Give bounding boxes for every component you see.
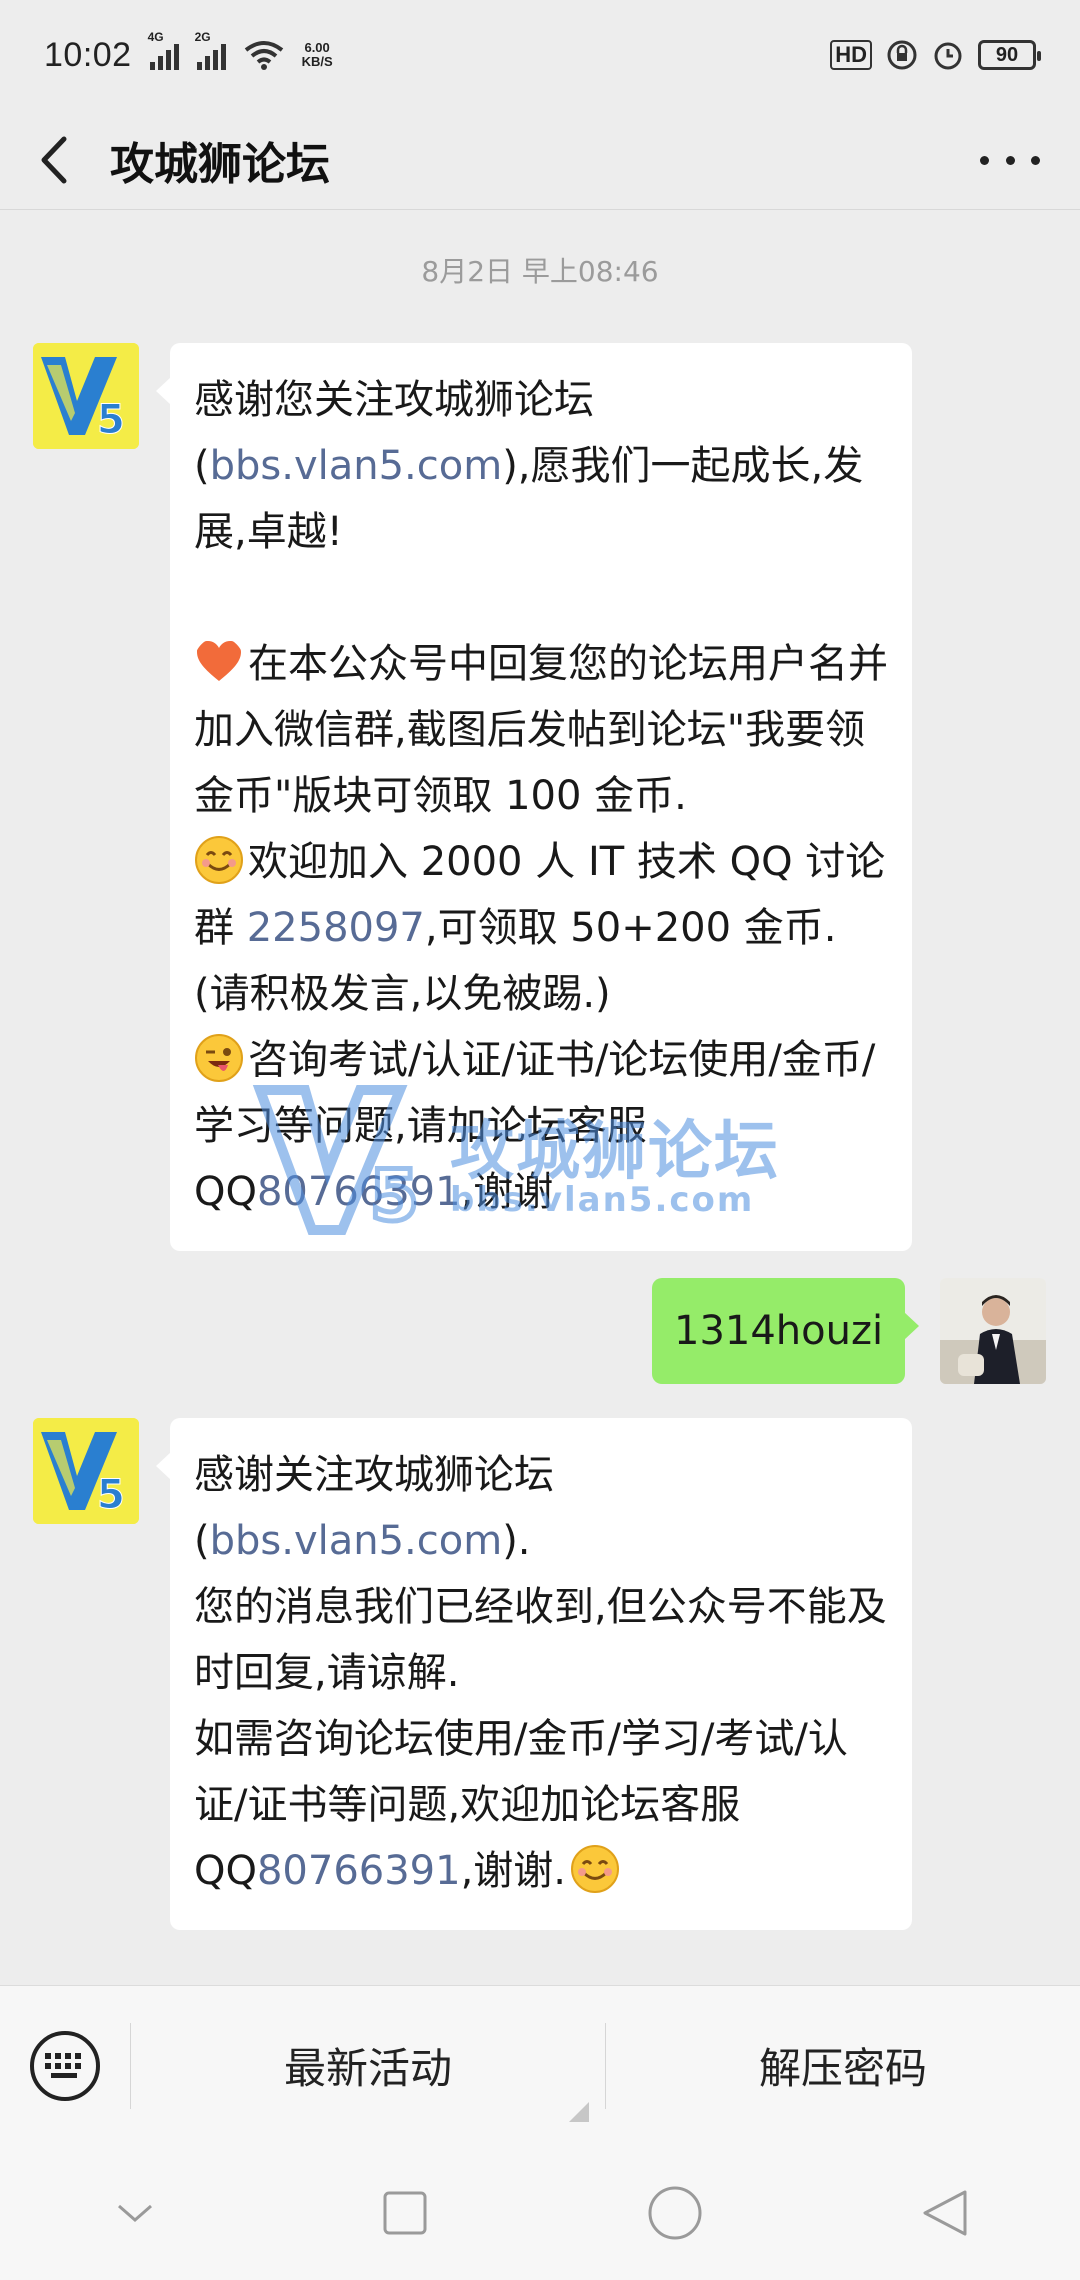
square-recents-icon bbox=[383, 2191, 427, 2234]
official-account-avatar[interactable]: 5 bbox=[33, 343, 139, 449]
status-left: 10:02 4G 2G 6.00 KB/S bbox=[44, 30, 333, 75]
menu-item-label-2: 解压密码 bbox=[758, 2044, 927, 2093]
signal-2g-icon: 2G bbox=[195, 30, 226, 70]
keyboard-toggle-button[interactable] bbox=[0, 1986, 130, 2146]
system-navigation-bar bbox=[0, 2145, 1080, 2280]
message-bubble-user[interactable]: 1314houzi bbox=[652, 1278, 920, 1384]
nav-bar: 攻城狮论坛 bbox=[0, 110, 1080, 210]
message-bubble-welcome[interactable]: 感谢您关注攻城狮论坛(bbs.vlan5.com),愿我们一起成长,发展,卓越!… bbox=[156, 343, 912, 1251]
message-bubble-auto-reply[interactable]: 感谢关注攻城狮论坛(bbs.vlan5.com). 您的消息我们已经收到,但公众… bbox=[156, 1418, 912, 1930]
system-back-button[interactable] bbox=[900, 2168, 990, 2258]
svg-text:5: 5 bbox=[97, 1472, 125, 1518]
recents-button[interactable] bbox=[360, 2168, 450, 2258]
more-dot bbox=[1005, 155, 1015, 165]
net-speed: 6.00 KB/S bbox=[302, 41, 333, 69]
welcome-text-2: 在本公众号中回复您的论坛用户名并加入微信群,截图后发帖到论坛"我要领金币"版块可… bbox=[194, 641, 888, 819]
v5-logo-icon: 5 bbox=[33, 343, 139, 449]
svg-text:5: 5 bbox=[97, 397, 125, 443]
wink-emoji-icon bbox=[195, 1034, 243, 1082]
more-dot bbox=[1031, 155, 1040, 165]
more-button[interactable] bbox=[980, 140, 1040, 180]
heart-emoji-icon bbox=[197, 641, 241, 681]
welcome-text-4b: ,谢谢 bbox=[460, 1169, 554, 1215]
reply-text-2: 您的消息我们已经收到,但公众号不能及时回复,请谅解. bbox=[194, 1584, 887, 1696]
forum-link-2[interactable]: bbs.vlan5.com bbox=[210, 1518, 503, 1564]
chevron-left-icon bbox=[41, 136, 67, 183]
submenu-indicator-icon bbox=[569, 2101, 589, 2122]
qq-service-link[interactable]: 80766391 bbox=[257, 1169, 461, 1215]
menu-item-label-1: 最新活动 bbox=[283, 2044, 452, 2093]
back-button[interactable] bbox=[0, 110, 110, 210]
keyboard-keys-icon bbox=[45, 2052, 81, 2078]
reply-text-1b: ). bbox=[502, 1518, 531, 1564]
user-message-text: 1314houzi bbox=[674, 1308, 884, 1354]
signal-4g-label: 4G bbox=[147, 30, 164, 44]
lock-rotation-icon bbox=[887, 40, 917, 70]
welcome-para-4: 咨询考试/认证/证书/论坛使用/金币/学习等问题,请加论坛客服QQ8076639… bbox=[194, 1027, 888, 1225]
user-photo-icon bbox=[940, 1278, 1046, 1384]
wifi-icon bbox=[244, 41, 283, 70]
battery-level: 90 bbox=[995, 43, 1019, 66]
welcome-para-3: 欢迎加入 2000 人 IT 技术 QQ 讨论群 2258097,可领取 50+… bbox=[194, 829, 888, 1027]
v5-logo-icon-2: 5 bbox=[33, 1418, 139, 1524]
official-account-avatar-2[interactable]: 5 bbox=[33, 1418, 139, 1524]
keyboard-icon bbox=[30, 2030, 100, 2101]
menu-item-unzip-password[interactable]: 解压密码 bbox=[606, 1986, 1080, 2146]
net-speed-value: 6.00 bbox=[304, 40, 330, 55]
hd-icon: HD bbox=[830, 40, 872, 70]
status-right: HD 90 bbox=[830, 39, 1041, 71]
reply-para-3: 如需咨询论坛使用/金币/学习/考试/认证/证书等问题,欢迎加论坛客服QQ8076… bbox=[194, 1706, 888, 1904]
battery-icon: 90 bbox=[978, 40, 1041, 70]
net-speed-unit: KB/S bbox=[301, 54, 333, 69]
welcome-para-2: 在本公众号中回复您的论坛用户名并加入微信群,截图后发帖到论坛"我要领金币"版块可… bbox=[194, 631, 888, 829]
signal-2g-label: 2G bbox=[194, 30, 211, 44]
user-avatar[interactable] bbox=[940, 1278, 1046, 1384]
alarm-icon bbox=[934, 42, 962, 70]
status-time: 10:02 bbox=[44, 35, 132, 74]
signal-4g-icon: 4G bbox=[148, 30, 179, 70]
chevron-down-icon bbox=[118, 2204, 152, 2222]
qq-group-link[interactable]: 2258097 bbox=[247, 905, 425, 951]
account-menu-bar: 最新活动 解压密码 bbox=[0, 1985, 1080, 2145]
circle-home-icon bbox=[648, 2186, 702, 2239]
page-title: 攻城狮论坛 bbox=[110, 138, 330, 190]
status-bar: 10:02 4G 2G 6.00 KB/S HD 90 bbox=[0, 0, 1080, 110]
menu-item-latest-activities[interactable]: 最新活动 bbox=[131, 1986, 605, 2146]
triangle-back-icon bbox=[923, 2190, 967, 2235]
more-dots-icon bbox=[980, 155, 989, 165]
home-button[interactable] bbox=[630, 2168, 720, 2258]
reply-text-3b: ,谢谢. bbox=[460, 1848, 566, 1894]
hide-nav-button[interactable] bbox=[90, 2168, 180, 2258]
message-timestamp: 8月2日 早上08:46 bbox=[421, 255, 659, 288]
smile-emoji-icon bbox=[195, 836, 243, 884]
smile-emoji-icon-2 bbox=[571, 1845, 619, 1893]
qq-service-link-2[interactable]: 80766391 bbox=[257, 1848, 461, 1894]
forum-link[interactable]: bbs.vlan5.com bbox=[210, 443, 503, 489]
welcome-line-1: 感谢您关注攻城狮论坛(bbs.vlan5.com),愿我们一起成长,发展,卓越! bbox=[194, 367, 888, 565]
reply-line-1: 感谢关注攻城狮论坛(bbs.vlan5.com). bbox=[194, 1442, 888, 1574]
